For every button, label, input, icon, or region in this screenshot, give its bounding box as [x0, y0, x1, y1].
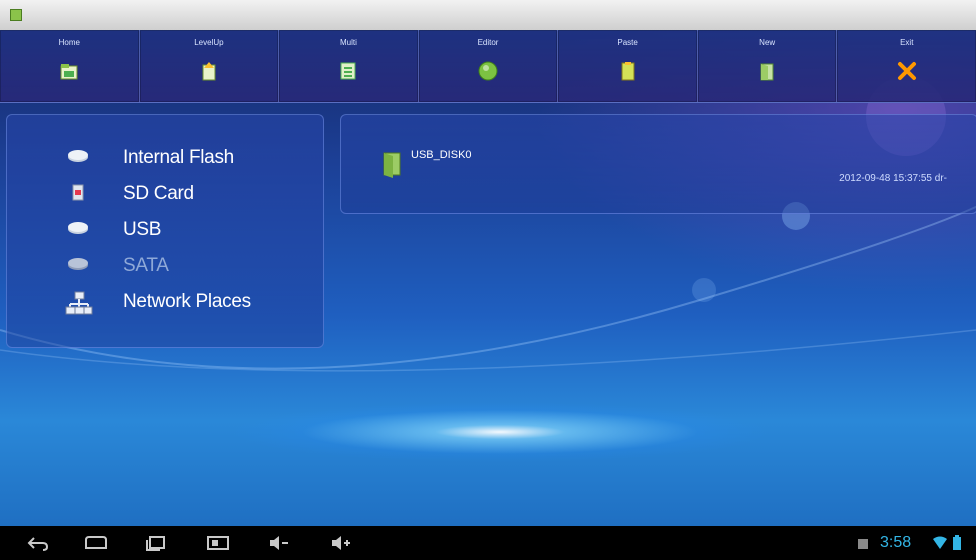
storage-sidebar: Internal Flash SD Card USB SATA Network … [6, 114, 324, 348]
level-up-button[interactable]: LevelUp [138, 30, 279, 102]
wifi-icon [933, 536, 947, 549]
list-item[interactable]: USB_DISK0 2012-09-48 15:37:55 dr- [341, 115, 976, 213]
sidebar-item-sata[interactable]: SATA [7, 248, 323, 282]
exit-icon [897, 62, 916, 80]
folder-icon [383, 152, 401, 178]
volume-up-icon [332, 536, 350, 550]
exit-button-label: Exit [900, 38, 914, 47]
level-up-button-label: LevelUp [194, 38, 224, 47]
paste-button[interactable]: Paste [557, 30, 697, 102]
sidebar-item-label: SD Card [123, 183, 194, 204]
sidebar-item-usb[interactable]: USB [7, 212, 323, 246]
editor-icon [478, 61, 498, 81]
recent-apps-button[interactable] [134, 526, 178, 560]
network-icon [65, 291, 93, 315]
sd-card-icon [72, 184, 84, 201]
volume-down-button[interactable] [258, 526, 302, 560]
editor-button[interactable]: Editor [417, 30, 558, 102]
system-navbar: 3:58 [0, 526, 976, 560]
level-up-icon [202, 62, 216, 81]
home-icon [85, 536, 107, 549]
usb-drive-icon [68, 222, 88, 234]
home-nav-button[interactable] [72, 526, 116, 560]
screenshot-button[interactable] [196, 526, 240, 560]
multi-button-label: Multi [340, 38, 357, 47]
sd-card-status-icon [858, 539, 868, 549]
file-name: USB_DISK0 [411, 149, 472, 161]
flash-drive-icon [68, 150, 88, 162]
new-folder-icon [760, 63, 774, 81]
multi-button[interactable]: Multi [278, 30, 418, 102]
file-date: 2012-09-48 15:37:55 dr- [839, 173, 947, 184]
sidebar-item-label: Internal Flash [123, 147, 234, 168]
editor-button-label: Editor [477, 38, 499, 47]
volume-down-icon [270, 536, 288, 550]
status-time: 3:58 [880, 534, 912, 551]
new-button[interactable]: New [696, 30, 837, 102]
sidebar-item-label: SATA [123, 255, 169, 276]
back-button[interactable] [16, 526, 60, 560]
volume-up-button[interactable] [320, 526, 364, 560]
app-icon [10, 9, 22, 21]
sidebar-item-network-places[interactable]: Network Places [7, 284, 323, 318]
screenshot-icon [207, 536, 229, 550]
file-list-panel: USB_DISK0 2012-09-48 15:37:55 dr- [340, 114, 976, 214]
back-icon [27, 537, 49, 551]
home-button[interactable]: Home [0, 30, 139, 102]
window-titlebar [0, 0, 976, 31]
home-button-label: Home [58, 38, 80, 47]
multi-select-icon [340, 62, 356, 80]
home-icon [60, 64, 78, 80]
sata-drive-icon [68, 258, 88, 270]
sidebar-item-label: USB [123, 219, 162, 240]
recent-apps-icon [146, 536, 165, 551]
new-button-label: New [759, 38, 776, 47]
sidebar-item-label: Network Places [123, 291, 251, 312]
paste-icon [621, 62, 635, 81]
sidebar-item-internal-flash[interactable]: Internal Flash [7, 140, 323, 174]
paste-button-label: Paste [617, 38, 638, 47]
battery-icon [953, 535, 961, 550]
toolbar: Home LevelUp Multi Editor Paste New Exit [0, 30, 976, 103]
sidebar-item-sd-card[interactable]: SD Card [7, 176, 323, 210]
exit-button[interactable]: Exit [836, 30, 976, 102]
